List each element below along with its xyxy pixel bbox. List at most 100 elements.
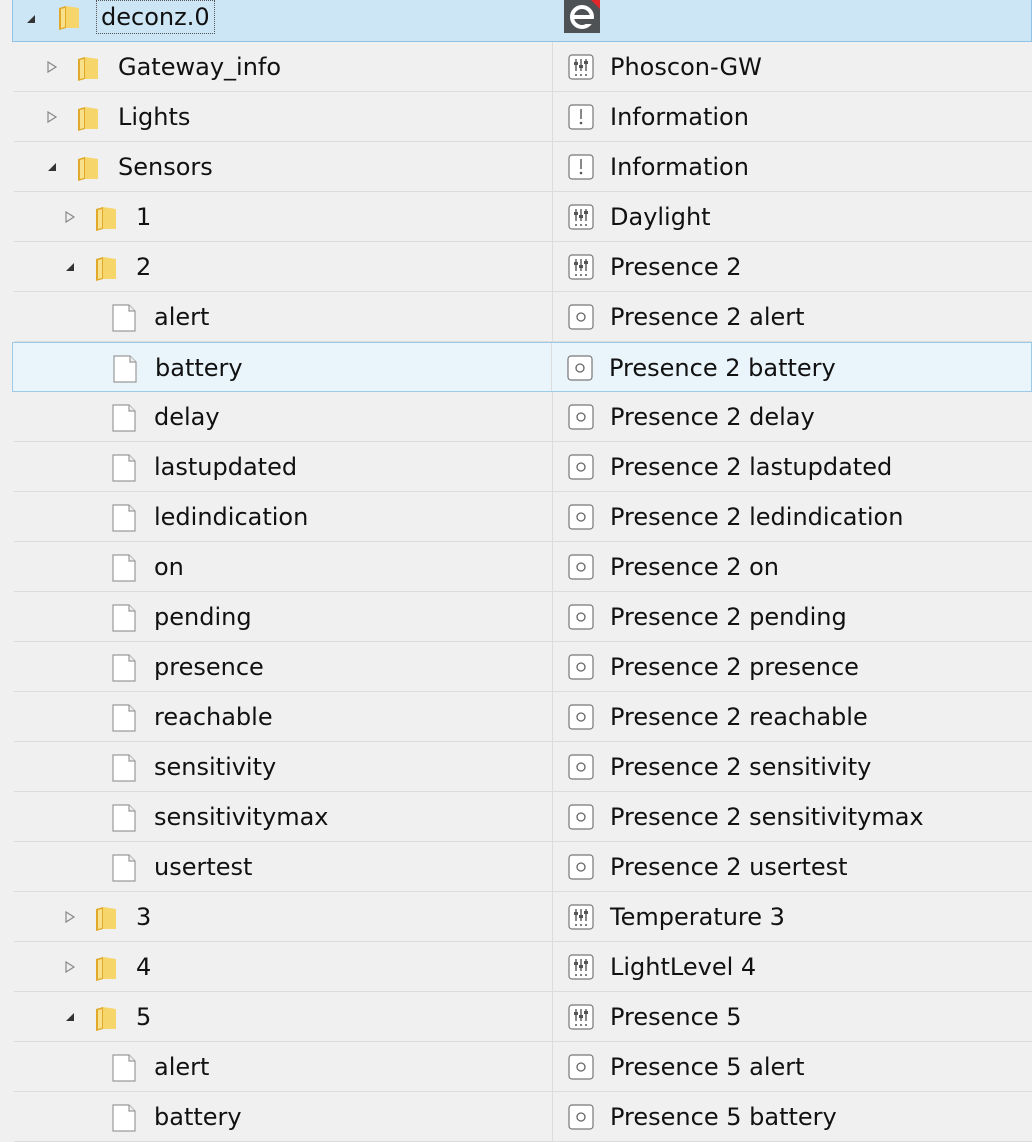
tree-row[interactable]: Sensors Information (14, 142, 1032, 192)
name-column: presence (14, 642, 553, 691)
type-column: Presence 5 battery (552, 1092, 1032, 1141)
type-column: Presence 2 sensitivity (552, 742, 1032, 791)
name-column: Lights (14, 92, 553, 141)
tree-row[interactable]: presence Presence 2 presence (14, 642, 1032, 692)
tree-row[interactable]: sensitivity Presence 2 sensitivity (14, 742, 1032, 792)
tree-row[interactable]: alert Presence 2 alert (14, 292, 1032, 342)
state-icon (568, 704, 594, 730)
collapsed-arrow-icon[interactable] (44, 42, 60, 92)
expanded-arrow-icon[interactable] (62, 992, 78, 1042)
type-column: Presence 2 ledindication (552, 492, 1032, 541)
tree-row[interactable]: 3 Temperature 3 (14, 892, 1032, 942)
tree-row[interactable]: alert Presence 5 alert (14, 1042, 1032, 1092)
state-icon (568, 454, 594, 480)
name-column: on (14, 542, 553, 591)
root-label: deconz.0 (96, 0, 215, 34)
tree-row[interactable]: on Presence 2 on (14, 542, 1032, 592)
state-icon (568, 1104, 594, 1130)
tree-row[interactable]: lastupdated Presence 2 lastupdated (14, 442, 1032, 492)
tree-row[interactable]: Gateway_info Phoscon-GW (14, 42, 1032, 92)
tree-row[interactable]: 2 Presence 2 (14, 242, 1032, 292)
collapsed-arrow-icon[interactable] (62, 192, 78, 242)
name-column: alert (14, 292, 553, 341)
iobroker-e-logo-icon (564, 0, 600, 33)
row-label: 3 (136, 903, 152, 931)
tree-row[interactable]: sensitivitymax Presence 2 sensitivitymax (14, 792, 1032, 842)
type-column: Presence 2 presence (552, 642, 1032, 691)
row-label: sensitivity (154, 753, 277, 781)
type-label: Temperature 3 (610, 903, 785, 931)
tree-row[interactable]: ledindication Presence 2 ledindication (14, 492, 1032, 542)
type-label: Presence 2 (610, 253, 742, 281)
name-column: 2 (14, 242, 553, 291)
tree-row[interactable]: 1 Daylight (14, 192, 1032, 242)
name-column: sensitivitymax (14, 792, 553, 841)
tree-row[interactable]: pending Presence 2 pending (14, 592, 1032, 642)
row-label: usertest (154, 853, 253, 881)
collapsed-arrow-icon[interactable] (62, 892, 78, 942)
device-icon (568, 54, 594, 80)
type-label: Daylight (610, 203, 711, 231)
state-icon (568, 1054, 594, 1080)
row-label: reachable (154, 703, 273, 731)
tree-row[interactable]: 4 LightLevel 4 (14, 942, 1032, 992)
name-column: sensitivity (14, 742, 553, 791)
type-label: Information (610, 103, 749, 131)
type-column: Presence 2 battery (551, 343, 1031, 391)
device-icon (568, 204, 594, 230)
type-column: Presence 2 reachable (552, 692, 1032, 741)
type-column: Information (552, 92, 1032, 141)
file-icon (110, 504, 138, 532)
type-column: Daylight (552, 192, 1032, 241)
tree-row[interactable]: usertest Presence 2 usertest (14, 842, 1032, 892)
name-column: ledindication (14, 492, 553, 541)
device-icon (568, 254, 594, 280)
collapsed-arrow-icon[interactable] (62, 942, 78, 992)
name-column: delay (14, 392, 553, 441)
expanded-arrow-icon[interactable] (44, 142, 60, 192)
tree-row[interactable]: delay Presence 2 delay (14, 392, 1032, 442)
type-column: LightLevel 4 (552, 942, 1032, 991)
tree-row[interactable]: battery Presence 5 battery (14, 1092, 1032, 1142)
row-label: presence (154, 653, 264, 681)
type-label: Presence 5 (610, 1003, 742, 1031)
name-column: 1 (14, 192, 553, 241)
device-icon (568, 1004, 594, 1030)
file-icon (110, 304, 138, 332)
row-label: on (154, 553, 184, 581)
folder-icon (92, 254, 120, 282)
file-icon (110, 854, 138, 882)
object-tree: deconz.0 Gateway_info Phoscon-GW Lights Inf… (0, 0, 1032, 1142)
state-icon (568, 804, 594, 830)
type-column: Presence 2 usertest (552, 842, 1032, 891)
row-label: pending (154, 603, 252, 631)
tree-row-root[interactable]: deconz.0 (12, 0, 1032, 42)
type-label: Presence 2 ledindication (610, 503, 904, 531)
type-label: Phoscon-GW (610, 53, 762, 81)
tree-row[interactable]: Lights Information (14, 92, 1032, 142)
type-column: Temperature 3 (552, 892, 1032, 941)
row-label: lastupdated (154, 453, 298, 481)
info-icon (568, 154, 594, 180)
expanded-arrow-icon[interactable] (62, 242, 78, 292)
type-label: Presence 5 battery (610, 1103, 837, 1131)
type-column: Presence 2 pending (552, 592, 1032, 641)
type-column: Information (552, 142, 1032, 191)
expanded-arrow-icon[interactable] (23, 0, 39, 39)
tree-row[interactable]: reachable Presence 2 reachable (14, 692, 1032, 742)
file-icon (110, 404, 138, 432)
file-icon (110, 754, 138, 782)
tree-row[interactable]: 5 Presence 5 (14, 992, 1032, 1042)
name-column: deconz.0 (13, 0, 551, 41)
name-column: 3 (14, 892, 553, 941)
tree-row[interactable]: battery Presence 2 battery (12, 342, 1032, 392)
collapsed-arrow-icon[interactable] (44, 92, 60, 142)
row-label: 2 (136, 253, 152, 281)
name-column: Sensors (14, 142, 553, 191)
type-label: Presence 2 lastupdated (610, 453, 893, 481)
type-column: Presence 5 (552, 992, 1032, 1041)
type-label: Presence 5 alert (610, 1053, 805, 1081)
row-label: alert (154, 1053, 210, 1081)
type-label: Presence 2 pending (610, 603, 847, 631)
row-label: battery (155, 354, 243, 382)
